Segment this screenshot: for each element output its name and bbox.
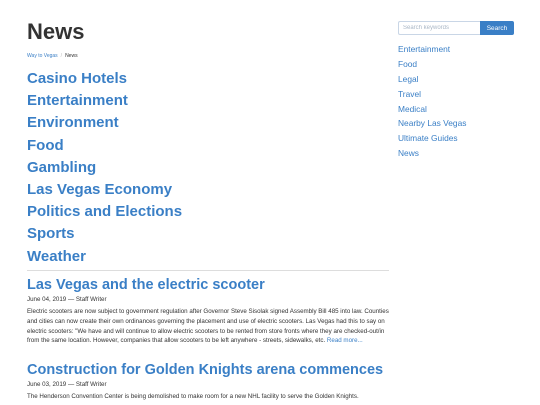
search-button[interactable]: Search: [480, 21, 514, 35]
category-link-environment[interactable]: Environment: [27, 114, 119, 131]
category-item: Environment: [27, 112, 182, 134]
search-form: Search: [398, 21, 514, 35]
category-item: Entertainment: [27, 90, 182, 112]
section-divider: [27, 270, 389, 271]
article-meta: June 03, 2019 — Staff Writer: [27, 381, 107, 388]
page-title: News: [27, 19, 85, 44]
sidebar-link-nearby-las-vegas[interactable]: Nearby Las Vegas: [398, 118, 466, 128]
sidebar-item: Travel: [398, 86, 514, 101]
sidebar-item: Medical: [398, 101, 514, 116]
sidebar-link-ultimate-guides[interactable]: Ultimate Guides: [398, 133, 458, 143]
sidebar-link-travel[interactable]: Travel: [398, 89, 421, 99]
sidebar-item: Entertainment: [398, 41, 514, 56]
sidebar-item: Legal: [398, 71, 514, 86]
article-title: Construction for Golden Knights arena co…: [27, 361, 389, 379]
category-link-politics-and-elections[interactable]: Politics and Elections: [27, 203, 182, 220]
category-list: Casino Hotels Entertainment Environment …: [27, 68, 182, 268]
category-link-entertainment[interactable]: Entertainment: [27, 92, 128, 109]
category-item: Weather: [27, 246, 182, 268]
breadcrumb-separator: /: [60, 53, 63, 59]
sidebar-links: Entertainment Food Legal Travel Medical …: [398, 41, 514, 160]
sidebar-item: Food: [398, 56, 514, 71]
category-item: Casino Hotels: [27, 68, 182, 90]
sidebar-link-news[interactable]: News: [398, 148, 419, 158]
category-item: Food: [27, 135, 182, 157]
search-input[interactable]: [398, 21, 480, 35]
category-item: Sports: [27, 223, 182, 245]
article-title-link[interactable]: Las Vegas and the electric scooter: [27, 277, 265, 293]
sidebar-link-medical[interactable]: Medical: [398, 104, 427, 114]
breadcrumb: Way to Vegas / News: [27, 52, 78, 60]
article-excerpt: The Henderson Convention Center is being…: [27, 392, 389, 402]
category-link-casino-hotels[interactable]: Casino Hotels: [27, 70, 127, 87]
category-link-sports[interactable]: Sports: [27, 225, 75, 242]
article-title-link[interactable]: Construction for Golden Knights arena co…: [27, 362, 383, 378]
sidebar-item: News: [398, 145, 514, 160]
category-link-las-vegas-economy[interactable]: Las Vegas Economy: [27, 181, 172, 198]
sidebar: Search Entertainment Food Legal Travel M…: [398, 21, 514, 160]
sidebar-link-entertainment[interactable]: Entertainment: [398, 44, 450, 54]
category-item: Politics and Elections: [27, 201, 182, 223]
read-more-link[interactable]: Read more...: [327, 337, 363, 344]
article-item: Construction for Golden Knights arena co…: [27, 361, 389, 402]
category-item: Las Vegas Economy: [27, 179, 182, 201]
article-excerpt-text: The Henderson Convention Center is being…: [27, 393, 359, 400]
article-excerpt: Electric scooters are now subject to gov…: [27, 307, 389, 346]
category-link-food[interactable]: Food: [27, 137, 64, 154]
sidebar-item: Nearby Las Vegas: [398, 115, 514, 130]
article-item: Las Vegas and the electric scooter June …: [27, 276, 389, 346]
sidebar-link-food[interactable]: Food: [398, 59, 417, 69]
sidebar-link-legal[interactable]: Legal: [398, 74, 419, 84]
breadcrumb-home-link[interactable]: Way to Vegas: [27, 53, 58, 59]
article-meta: June 04, 2019 — Staff Writer: [27, 296, 107, 303]
breadcrumb-current: News: [65, 53, 78, 59]
category-link-gambling[interactable]: Gambling: [27, 159, 96, 176]
article-title: Las Vegas and the electric scooter: [27, 276, 389, 294]
category-link-weather[interactable]: Weather: [27, 248, 86, 265]
category-item: Gambling: [27, 157, 182, 179]
sidebar-item: Ultimate Guides: [398, 130, 514, 145]
